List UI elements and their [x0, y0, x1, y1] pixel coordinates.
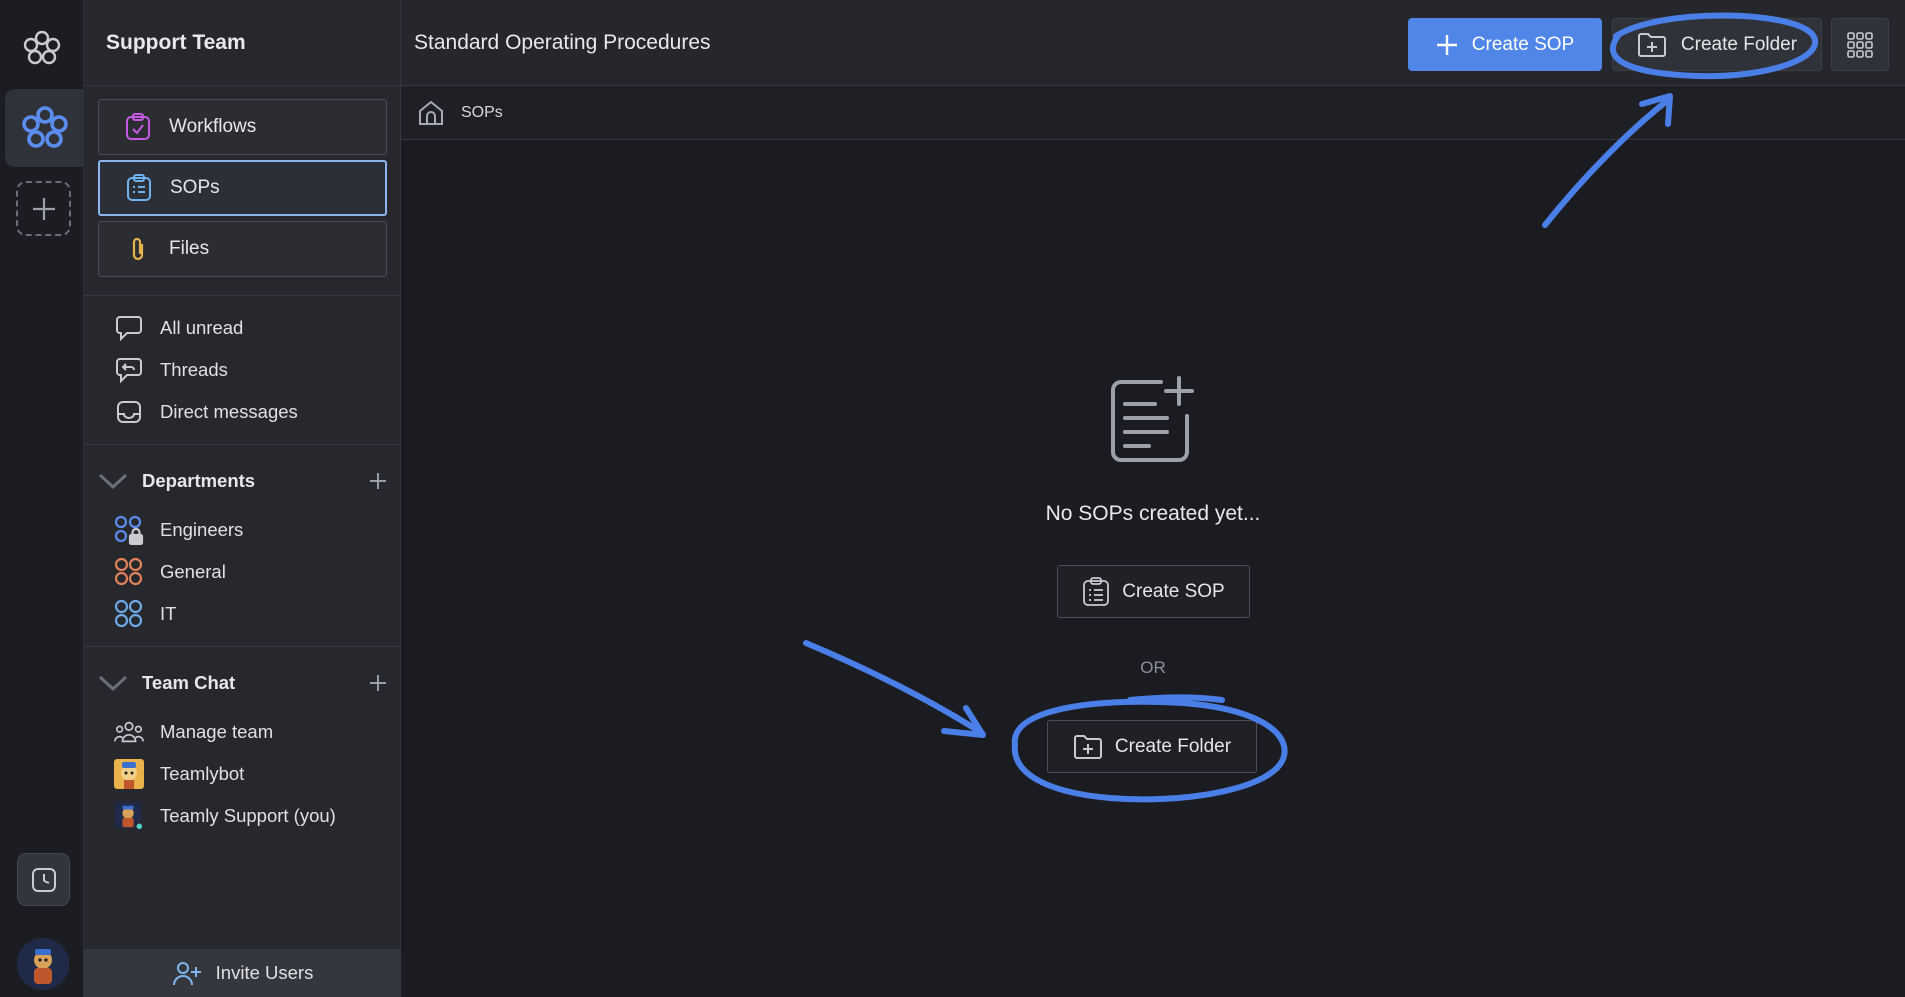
document-plus-icon [1105, 372, 1199, 466]
nav-label: Files [169, 238, 210, 259]
divider [84, 646, 401, 647]
button-label: Create Folder [1114, 735, 1232, 757]
item-label: All unread [160, 317, 244, 338]
button-label: Create SOP [1471, 33, 1575, 55]
divider [84, 444, 401, 445]
create-folder-button[interactable]: Create Folder [1612, 18, 1822, 71]
sidebar-item-threads[interactable]: Threads [114, 355, 228, 385]
grid-icon [1847, 31, 1873, 58]
add-chat-icon[interactable] [368, 673, 388, 693]
clock-icon [30, 866, 58, 894]
page-title: Standard Operating Procedures [414, 31, 711, 54]
channel-icon [114, 557, 144, 587]
user-avatar[interactable] [17, 938, 69, 990]
nav-sops[interactable]: SOPs [98, 160, 387, 216]
departments-header[interactable]: Departments [98, 466, 388, 496]
folder-plus-icon [1073, 734, 1103, 760]
plus-icon [31, 196, 57, 222]
empty-create-folder-button[interactable]: Create Folder [1047, 720, 1257, 773]
item-label: IT [160, 603, 177, 624]
sidebar-item-teamly-support[interactable]: Teamly Support (you) [114, 801, 336, 831]
top-bar: Standard Operating Procedures Create SOP… [401, 0, 1905, 86]
breadcrumb: SOPs [401, 86, 1905, 140]
button-label: Create Folder [1680, 33, 1798, 55]
channel-icon [114, 599, 144, 629]
workspace-support-team[interactable] [5, 89, 84, 167]
clipboard-list-icon [126, 174, 152, 202]
item-label: Direct messages [160, 401, 298, 422]
invite-users-button[interactable]: Invite Users [84, 949, 401, 997]
sidebar: Support Team Workflows SOPs Files All un… [84, 0, 401, 997]
nav-files[interactable]: Files [98, 221, 387, 277]
or-separator: OR [1140, 658, 1166, 677]
clipboard-check-icon [125, 113, 151, 141]
item-label: Teamlybot [160, 763, 245, 784]
item-label: General [160, 561, 226, 582]
clipboard-list-icon [1082, 576, 1110, 607]
breadcrumb-item[interactable]: SOPs [461, 104, 503, 122]
reply-icon [114, 356, 144, 384]
user-avatar [114, 800, 144, 832]
item-label: Engineers [160, 519, 244, 540]
section-title: Departments [142, 470, 256, 491]
folder-plus-icon [1637, 32, 1667, 58]
divider [84, 295, 401, 296]
home-icon[interactable] [417, 99, 445, 127]
apps-grid-button[interactable] [1831, 18, 1889, 71]
add-department-icon[interactable] [368, 471, 388, 491]
history-button[interactable] [17, 853, 70, 906]
sidebar-item-all-unread[interactable]: All unread [114, 313, 243, 343]
item-label: Manage team [160, 721, 274, 742]
nav-label: SOPs [170, 177, 220, 198]
plus-icon [1436, 34, 1458, 56]
inbox-icon [114, 398, 144, 426]
add-workspace-button[interactable] [16, 181, 71, 236]
add-user-icon [172, 959, 202, 987]
button-label: Create SOP [1122, 580, 1225, 602]
nav-label: Workflows [169, 116, 257, 137]
create-sop-button[interactable]: Create SOP [1408, 18, 1602, 71]
main-content: No SOPs created yet... Create SOP OR Cre… [401, 140, 1905, 997]
sidebar-item-engineers[interactable]: Engineers [114, 515, 243, 545]
empty-state-message: No SOPs created yet... [1045, 502, 1261, 525]
paperclip-icon [125, 235, 151, 263]
empty-create-sop-button[interactable]: Create SOP [1057, 565, 1250, 618]
item-label: Teamly Support (you) [160, 805, 336, 826]
chevron-down-icon [98, 472, 128, 490]
workspace-rail [0, 0, 84, 997]
sidebar-item-manage-team[interactable]: Manage team [114, 717, 273, 747]
section-title: Team Chat [142, 672, 236, 693]
app-logo-icon[interactable] [20, 26, 64, 70]
locked-channel-icon [114, 515, 144, 545]
sidebar-item-direct-messages[interactable]: Direct messages [114, 397, 298, 427]
workspace-title[interactable]: Support Team [84, 0, 400, 86]
sidebar-item-teamlybot[interactable]: Teamlybot [114, 759, 244, 789]
sidebar-item-it[interactable]: IT [114, 599, 176, 629]
sidebar-item-general[interactable]: General [114, 557, 226, 587]
invite-label: Invite Users [215, 962, 314, 983]
workspace-flower-icon [19, 102, 71, 154]
people-icon [114, 718, 144, 746]
chat-bubble-icon [114, 314, 144, 342]
item-label: Threads [160, 359, 228, 380]
team-chat-header[interactable]: Team Chat [98, 668, 388, 698]
bot-avatar [114, 759, 144, 789]
nav-workflows[interactable]: Workflows [98, 99, 387, 155]
chevron-down-icon [98, 674, 128, 692]
